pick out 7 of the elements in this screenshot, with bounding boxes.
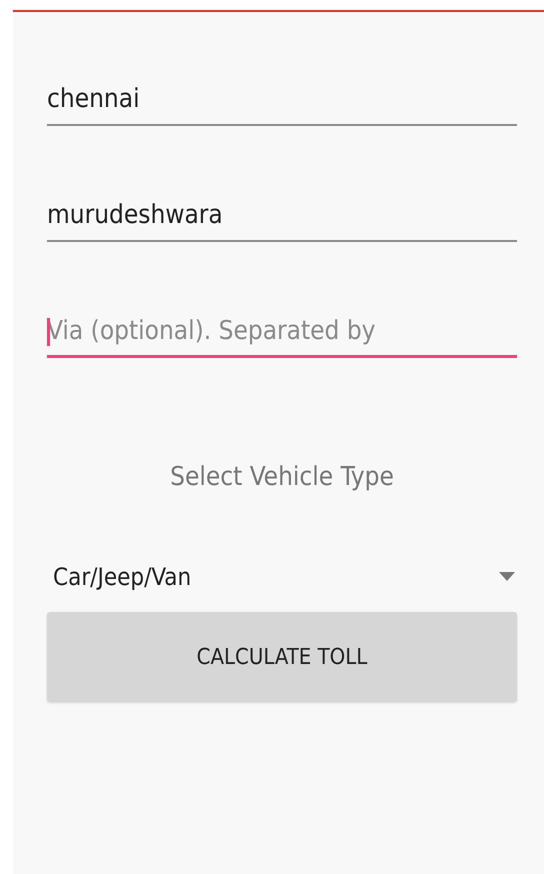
dropdown-arrow-icon	[499, 572, 515, 582]
text-cursor	[47, 318, 50, 346]
section-label: Select Vehicle Type	[170, 462, 394, 492]
vehicle-dropdown[interactable]: Car/Jeep/Van	[47, 552, 517, 602]
text-field[interactable]: murudeshwara	[47, 190, 517, 242]
calculate-button[interactable]: CALCULATE TOLL	[47, 612, 517, 702]
text-field[interactable]: chennai	[47, 74, 517, 126]
